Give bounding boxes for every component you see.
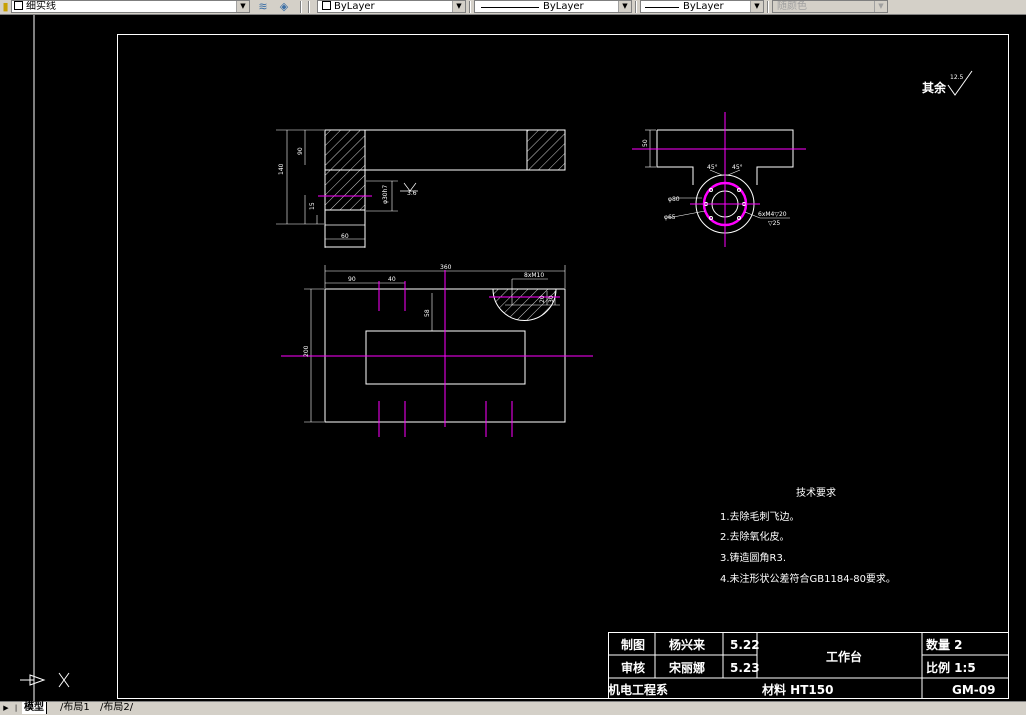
drawn-name: 杨兴来 [669,637,706,652]
dim-text: 30 [548,295,555,303]
ucs-icon [20,672,70,688]
color-dropdown[interactable]: ByLayer ▼ [317,0,466,13]
scale: 比例 1:5 [926,660,976,675]
dim-text: 140 [278,163,285,175]
dim-text: 360 [440,264,452,271]
dim-text: 60 [341,233,349,240]
drawing-canvas[interactable]: 140 90 15 φ30h7 3.6 60 50 45° 45° φ80 φ6… [0,15,1026,701]
color-value: ByLayer [334,1,375,12]
linetype-value: ByLayer [543,1,584,12]
tech-note: 1.去除毛刺飞边。 [720,510,800,523]
front-view [276,129,566,248]
surface-note: 其余 [922,80,947,95]
layer-dropdown[interactable]: 细实线 ▼ [11,0,250,13]
lineweight-value: ByLayer [683,1,724,12]
tab-layout2[interactable]: /布局2/ [98,702,135,714]
layer-color-swatch [14,1,23,10]
layout-tab-bar: ▶ | 模型 /布局1 /布局2/ [0,701,1026,715]
chevron-down-icon[interactable]: ▼ [236,1,249,12]
nav-first-icon[interactable]: ▶ [2,703,10,713]
linetype-dropdown[interactable]: ByLayer ▼ [474,0,632,13]
tab-layout1[interactable]: /布局1 [58,702,92,714]
tab-model[interactable]: 模型 [22,702,47,714]
dim-text: φ30h7 [382,185,389,204]
lineweight-sample [645,7,679,8]
nav-separator-icon: | [14,704,18,712]
make-layer-current-icon[interactable]: ≋ [254,0,272,13]
dim-text: 20 [539,295,546,303]
dim-text: 90 [297,147,304,155]
tech-note: 3.铸造圆角R3. [720,551,786,564]
dim-text: 50 [642,139,649,147]
layer-name: 细实线 [26,1,56,12]
chevron-down-icon[interactable]: ▼ [750,1,763,12]
drawing-svg[interactable]: 140 90 15 φ30h7 3.6 60 50 45° 45° φ80 φ6… [0,15,1026,701]
dim-text: 8xM10 [524,272,544,279]
quantity: 数量 2 [926,637,963,652]
dim-text: 45° [732,164,743,171]
dim-text: 90 [348,276,356,283]
properties-toolbar: ▮ 细实线 ▼ ≋ ◈ ByLayer ▼ ByLayer ▼ ByLayer … [0,0,1026,15]
dim-text: 6xM4▽20 [758,211,787,218]
material: 材料 HT150 [761,682,833,697]
dim-text: 3.6 [407,190,417,197]
dim-text: 40 [388,276,396,283]
plotstyle-value: 随颜色 [777,1,807,12]
tech-note: 2.去除氧化皮。 [720,530,790,543]
dim-text: 58 [424,309,431,317]
drawn-label: 制图 [621,637,645,652]
layer-state-icon[interactable]: ▮ [1,0,10,13]
dim-text: ▽25 [768,220,780,227]
check-name: 宋丽娜 [669,660,705,675]
chevron-down-icon[interactable]: ▼ [618,1,631,12]
dim-text: φ80 [668,196,680,203]
drawing-code: GM-09 [952,683,995,697]
dim-text: 15 [309,202,316,210]
dim-text: 200 [303,345,310,357]
lineweight-dropdown[interactable]: ByLayer ▼ [640,0,764,13]
dim-text: 45° [707,164,718,171]
plotstyle-dropdown: 随颜色 ▼ [772,0,888,13]
check-date: 5.23 [730,661,760,675]
tech-note: 4.未注形状公差符合GB1184-80要求。 [720,572,896,585]
tech-title: 技术要求 [796,486,836,499]
drawn-date: 5.22 [730,638,760,652]
department: 机电工程系 [608,682,668,697]
chevron-down-icon[interactable]: ▼ [452,1,465,12]
part-name: 工作台 [826,649,862,664]
surface-value: 12.5 [950,74,964,81]
check-label: 审核 [621,660,645,675]
linetype-sample [481,7,539,8]
color-swatch [322,1,331,10]
layer-previous-icon[interactable]: ◈ [275,0,293,13]
dim-text: φ65 [664,214,676,221]
top-view [304,265,566,423]
chevron-down-icon: ▼ [874,1,887,12]
